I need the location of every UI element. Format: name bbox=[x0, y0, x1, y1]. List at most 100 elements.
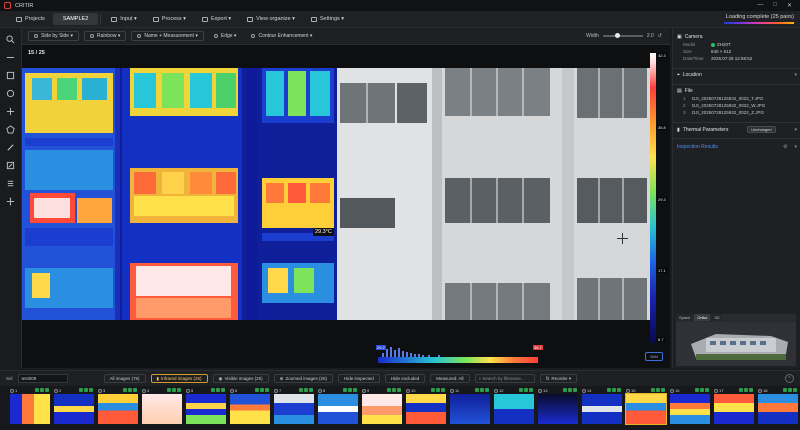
file-row[interactable]: 1 DJI_20250728125932_0022_T.JPG bbox=[677, 96, 797, 101]
zoom-icon[interactable] bbox=[6, 34, 16, 44]
thumbnail-item[interactable]: 8 bbox=[318, 388, 358, 426]
tab-space[interactable]: Space bbox=[676, 314, 694, 321]
reset-icon[interactable]: ↺ bbox=[658, 33, 662, 39]
contour-dropdown[interactable]: Contour Enhancement ▾ bbox=[246, 31, 317, 41]
palette-dropdown[interactable]: Rainbow ▾ bbox=[83, 31, 127, 41]
select-checkbox-icon[interactable] bbox=[406, 388, 410, 393]
thumbnail-item[interactable]: 3 bbox=[98, 388, 138, 426]
visible-images-filter[interactable]: ◉ Visible images (25) bbox=[212, 374, 269, 383]
circle-tool-icon[interactable] bbox=[6, 88, 16, 98]
file-row[interactable]: 3 DJI_20250728125932_0022_Z.JPG bbox=[677, 110, 797, 115]
thumbnail-item[interactable]: 10 bbox=[406, 388, 446, 426]
point-tool-icon[interactable] bbox=[6, 106, 16, 116]
thumbnail-image[interactable] bbox=[538, 394, 578, 424]
grid-toggle-button[interactable]: Grid bbox=[645, 352, 663, 361]
thumbnail-item[interactable]: 6 bbox=[230, 388, 270, 426]
thumbnail-image[interactable] bbox=[714, 394, 754, 424]
select-checkbox-icon[interactable] bbox=[626, 388, 630, 393]
thumbnail-item[interactable]: 5 bbox=[186, 388, 226, 426]
thumbnail-image[interactable] bbox=[54, 394, 94, 424]
rectangle-tool-icon[interactable] bbox=[6, 70, 16, 80]
chevron-down-icon[interactable]: ▾ bbox=[794, 144, 797, 150]
width-slider-handle[interactable] bbox=[614, 33, 620, 39]
filename-search-input[interactable]: ⌕ Search by filename... bbox=[474, 374, 535, 383]
thumbnail-image[interactable] bbox=[582, 394, 622, 424]
projects-button[interactable]: Projects bbox=[8, 13, 53, 25]
select-checkbox-icon[interactable] bbox=[10, 388, 14, 393]
measured-filter[interactable]: Measured: All bbox=[430, 374, 470, 383]
thumbnail-image[interactable] bbox=[362, 394, 402, 424]
tab-3d[interactable]: 3D bbox=[711, 314, 723, 321]
side-by-side-dropdown[interactable]: Side by Side ▾ bbox=[28, 31, 79, 41]
thermal-image[interactable] bbox=[22, 68, 337, 320]
thumbnail-item[interactable]: 15 bbox=[625, 388, 667, 426]
select-checkbox-icon[interactable] bbox=[362, 388, 366, 393]
thumbnail-item[interactable]: 16 bbox=[670, 388, 710, 426]
reorder-dropdown[interactable]: ⇅ Reorder ▾ bbox=[539, 374, 578, 383]
thumbnail-item[interactable]: 18 bbox=[758, 388, 798, 426]
hide-inspected-toggle[interactable]: Hide inspected bbox=[337, 374, 380, 383]
thumbnail-item[interactable]: 1 bbox=[10, 388, 50, 426]
move-tool-icon[interactable] bbox=[6, 196, 16, 206]
select-checkbox-icon[interactable] bbox=[494, 388, 498, 393]
minimize-icon[interactable]: — bbox=[757, 2, 763, 9]
inspection-header[interactable]: Inspection Results ⚙ ▾ bbox=[677, 144, 797, 150]
thumbnail-item[interactable]: 11 bbox=[450, 388, 490, 426]
select-checkbox-icon[interactable] bbox=[714, 388, 718, 393]
color-scale-bar[interactable] bbox=[650, 53, 656, 343]
select-checkbox-icon[interactable] bbox=[450, 388, 454, 393]
pen-tool-icon[interactable] bbox=[6, 142, 16, 152]
thumbnail-image[interactable] bbox=[274, 394, 314, 424]
select-checkbox-icon[interactable] bbox=[230, 388, 234, 393]
close-icon[interactable]: ✕ bbox=[787, 2, 792, 9]
select-checkbox-icon[interactable] bbox=[54, 388, 58, 393]
select-checkbox-icon[interactable] bbox=[582, 388, 586, 393]
thumbnail-item[interactable]: 9 bbox=[362, 388, 402, 426]
polygon-tool-icon[interactable] bbox=[6, 124, 16, 134]
collapse-strip-button[interactable]: ⌃ bbox=[785, 374, 794, 383]
select-checkbox-icon[interactable] bbox=[274, 388, 278, 393]
thumbnail-image[interactable] bbox=[230, 394, 270, 424]
hide-excluded-toggle[interactable]: Hide excluded bbox=[384, 374, 426, 383]
thumbnail-item[interactable]: 13 bbox=[538, 388, 578, 426]
select-checkbox-icon[interactable] bbox=[758, 388, 762, 393]
zoomed-images-filter[interactable]: ⊕ Zoomed images (25) bbox=[273, 374, 333, 383]
location-header[interactable]: ⌖ Location ▾ bbox=[677, 72, 797, 78]
select-checkbox-icon[interactable] bbox=[142, 388, 146, 393]
line-tool-icon[interactable] bbox=[6, 52, 16, 62]
settings-menu[interactable]: Settings ▾ bbox=[303, 13, 352, 25]
map-preview[interactable] bbox=[676, 314, 796, 366]
thumbnail-image[interactable] bbox=[10, 394, 50, 424]
select-checkbox-icon[interactable] bbox=[98, 388, 102, 393]
chevron-down-icon[interactable]: ▾ bbox=[794, 127, 797, 133]
label-mode-dropdown[interactable]: Name + Measurement ▾ bbox=[131, 31, 204, 41]
camera-header[interactable]: ▣ Camera bbox=[677, 34, 797, 40]
view-menu[interactable]: View organize ▾ bbox=[239, 13, 303, 25]
thumbnail-image[interactable] bbox=[98, 394, 138, 424]
thumbnail-image[interactable] bbox=[670, 394, 710, 424]
process-menu[interactable]: Process ▾ bbox=[145, 13, 194, 25]
thermal-params-header[interactable]: ▮ Thermal Parameters Unchanged ▾ bbox=[677, 126, 797, 133]
maximize-icon[interactable]: □ bbox=[773, 2, 777, 9]
selection-input[interactable]: test009 bbox=[17, 374, 68, 383]
select-checkbox-icon[interactable] bbox=[318, 388, 322, 393]
list-tool-icon[interactable] bbox=[6, 178, 16, 188]
tab-ortho[interactable]: Ortho bbox=[694, 314, 711, 321]
thumbnail-image[interactable] bbox=[318, 394, 358, 424]
thumbnail-image[interactable] bbox=[406, 394, 446, 424]
edit-tool-icon[interactable] bbox=[6, 160, 16, 170]
infrared-images-filter[interactable]: ▮ Infrared images (25) bbox=[150, 374, 208, 383]
thumbnail-item[interactable]: 2 bbox=[54, 388, 94, 426]
thumbnail-image[interactable] bbox=[758, 394, 798, 424]
edge-dropdown[interactable]: Edge ▾ bbox=[209, 31, 242, 41]
thumbnail-image[interactable] bbox=[186, 394, 226, 424]
file-header[interactable]: ▤ File bbox=[677, 88, 797, 94]
select-checkbox-icon[interactable] bbox=[670, 388, 674, 393]
thumbnail-image[interactable] bbox=[142, 394, 182, 424]
thumbnail-image[interactable] bbox=[494, 394, 534, 424]
visible-image[interactable] bbox=[337, 68, 650, 320]
thumbnail-item[interactable]: 12 bbox=[494, 388, 534, 426]
chevron-down-icon[interactable]: ▾ bbox=[794, 72, 797, 78]
temperature-histogram[interactable] bbox=[378, 345, 538, 363]
gear-icon[interactable]: ⚙ bbox=[783, 144, 787, 150]
